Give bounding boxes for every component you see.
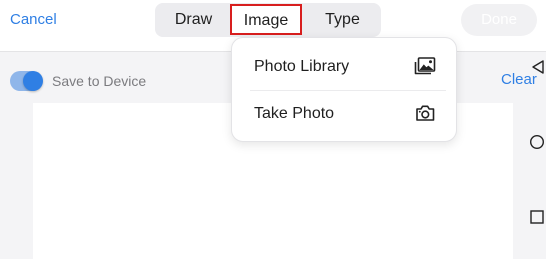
signature-mode-tabs: Draw Image Type: [155, 3, 381, 37]
circle-icon[interactable]: [529, 134, 545, 155]
image-source-menu: Photo Library Take Photo: [231, 37, 457, 142]
menu-item-label: Take Photo: [254, 105, 335, 122]
save-to-device-label: Save to Device: [52, 73, 147, 89]
photo-library-icon: [413, 56, 437, 81]
done-button[interactable]: Done: [461, 4, 537, 36]
menu-item-take-photo[interactable]: Take Photo: [232, 91, 456, 137]
tab-type[interactable]: Type: [304, 3, 381, 37]
camera-icon: [413, 103, 437, 128]
tab-draw[interactable]: Draw: [155, 3, 232, 37]
arrow-left-icon[interactable]: [530, 59, 546, 80]
cancel-button[interactable]: Cancel: [10, 11, 57, 28]
toggle-knob: [23, 71, 43, 91]
save-to-device-toggle[interactable]: [10, 71, 43, 91]
tab-image[interactable]: Image: [230, 4, 302, 35]
menu-item-photo-library[interactable]: Photo Library: [232, 44, 456, 90]
square-icon[interactable]: [529, 209, 545, 230]
menu-item-label: Photo Library: [254, 58, 350, 75]
